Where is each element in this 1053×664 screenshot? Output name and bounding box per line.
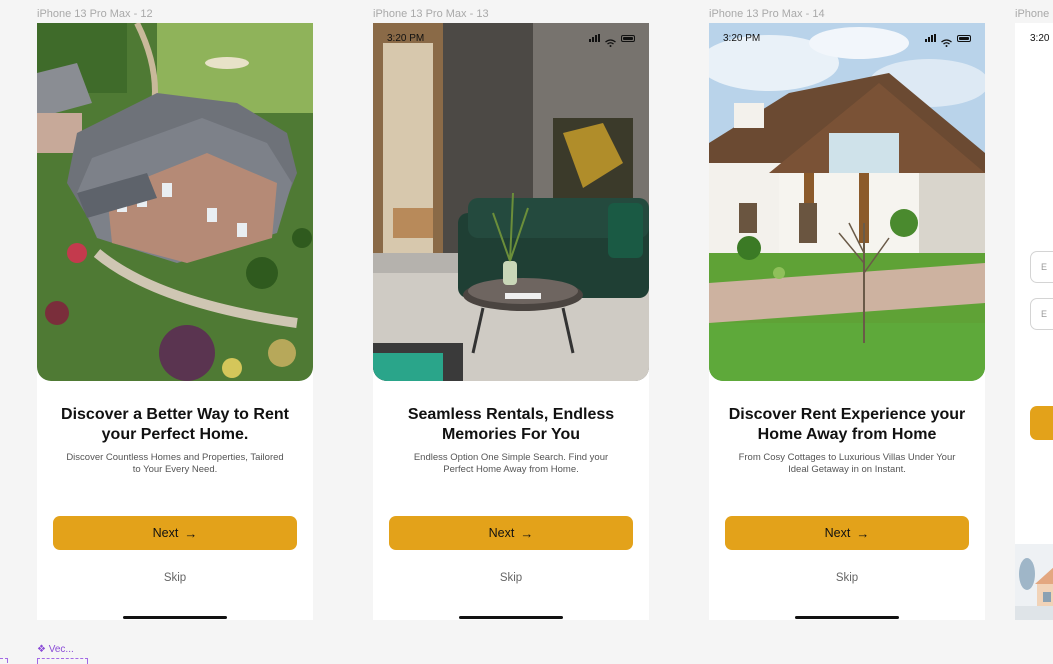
login-screen-partial: 3:20 E E	[1015, 23, 1053, 620]
status-time: 3:20 PM	[723, 32, 761, 44]
next-button-label: Next	[824, 526, 851, 540]
home-indicator	[795, 616, 899, 619]
arrow-right-icon: →	[184, 525, 198, 541]
frame-label-14[interactable]: iPhone 13 Pro Max - 14	[709, 8, 825, 20]
home-indicator	[459, 616, 563, 619]
password-field[interactable]: E	[1030, 298, 1053, 330]
hero-image-living-room	[373, 23, 649, 381]
frame-label-15[interactable]: iPhone	[1015, 8, 1049, 20]
onboarding-screen-2: 3:20 PM Seamless Rentals, Endless Memori…	[373, 23, 649, 620]
email-field-placeholder: E	[1041, 262, 1048, 272]
frame-label-13[interactable]: iPhone 13 Pro Max - 13	[373, 8, 489, 20]
password-field-placeholder: E	[1041, 309, 1048, 319]
skip-button[interactable]: Skip	[709, 572, 985, 584]
skip-button[interactable]: Skip	[37, 572, 313, 584]
onboarding-subtitle: Endless Option One Simple Search. Find y…	[413, 452, 609, 475]
status-bar: 3:20 PM	[709, 31, 985, 47]
next-button[interactable]: Next →	[389, 516, 633, 550]
battery-icon	[621, 34, 635, 42]
wifi-icon	[941, 34, 952, 47]
arrow-right-icon: →	[856, 525, 870, 541]
home-indicator	[123, 616, 227, 619]
hero-image-suburban-house	[37, 23, 313, 381]
illustration-image	[1015, 544, 1053, 620]
signal-icon	[589, 34, 600, 42]
next-button-label: Next	[488, 526, 515, 540]
next-button[interactable]: Next →	[725, 516, 969, 550]
arrow-right-icon: →	[520, 525, 534, 541]
onboarding-screen-1: Discover a Better Way to Rent your Perfe…	[37, 23, 313, 620]
selection-box[interactable]	[37, 658, 88, 664]
next-button[interactable]: Next →	[53, 516, 297, 550]
next-button-label: Next	[152, 526, 179, 540]
onboarding-title: Discover a Better Way to Rent your Perfe…	[61, 406, 289, 443]
onboarding-subtitle: From Cosy Cottages to Luxurious Villas U…	[738, 452, 956, 475]
wifi-icon	[605, 34, 616, 47]
onboarding-subtitle: Discover Countless Homes and Properties,…	[66, 452, 284, 475]
onboarding-title: Discover Rent Experience your Home Away …	[728, 406, 966, 443]
login-button[interactable]	[1030, 406, 1053, 440]
battery-icon	[957, 34, 971, 42]
email-field[interactable]: E	[1030, 251, 1053, 283]
skip-button[interactable]: Skip	[373, 572, 649, 584]
onboarding-title: Seamless Rentals, Endless Memories For Y…	[407, 406, 615, 443]
hero-image-villa	[709, 23, 985, 381]
selection-box-edge	[0, 658, 8, 663]
vector-layer-label[interactable]: ❖ Vec...	[37, 644, 74, 655]
status-time: 3:20 PM	[387, 32, 425, 44]
status-time: 3:20	[1030, 33, 1050, 44]
status-bar: 3:20 PM	[373, 31, 649, 47]
frame-label-12[interactable]: iPhone 13 Pro Max - 12	[37, 8, 153, 20]
onboarding-screen-3: 3:20 PM Discover Rent Experience your Ho…	[709, 23, 985, 620]
signal-icon	[925, 34, 936, 42]
